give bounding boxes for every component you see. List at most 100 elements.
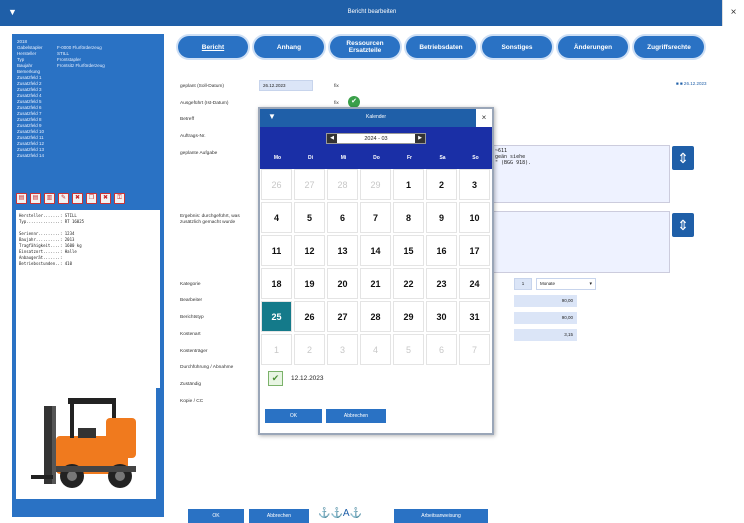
month-label: 2024 - 03 <box>364 135 388 142</box>
edit-icon[interactable]: ✎ <box>58 193 69 204</box>
day-cell[interactable]: 20 <box>327 268 358 299</box>
interval-unit-select[interactable]: Monate ▾ <box>536 278 596 290</box>
day-cell[interactable]: 14 <box>360 235 391 266</box>
calendar-close-button[interactable]: × <box>476 109 492 127</box>
day-cell[interactable]: 6 <box>426 334 457 365</box>
info-key: Zusatzfeld 14 <box>17 153 45 158</box>
day-cell[interactable]: 24 <box>459 268 490 299</box>
copy-icon[interactable]: ❐ <box>86 193 97 204</box>
day-cell[interactable]: 11 <box>261 235 292 266</box>
category-label: Kategorie <box>180 282 201 287</box>
object-info: 2018 Gabelstapler F-0000 Flurförderzeug Her… <box>17 39 159 159</box>
expand-result-button[interactable]: ⇕ <box>672 213 694 237</box>
day-cell[interactable]: 16 <box>426 235 457 266</box>
interval-field[interactable]: 1 <box>514 278 532 290</box>
weekday-label: Sa <box>439 155 446 161</box>
tab-bar: Bericht Anhang Ressourcen Ersatzteile Betri… <box>178 36 704 58</box>
day-cell[interactable]: 2 <box>426 169 457 200</box>
info-value: Frontsitz Flurförderzeug <box>57 63 105 68</box>
day-cell[interactable]: 9 <box>426 202 457 233</box>
day-cell[interactable]: 27 <box>294 169 325 200</box>
day-cell[interactable]: 3 <box>327 334 358 365</box>
day-cell[interactable]: 13 <box>327 235 358 266</box>
day-cell[interactable]: 7 <box>459 334 490 365</box>
expand-task-button[interactable]: ⇕ <box>672 146 694 170</box>
tab-label: Betriebsdaten <box>419 43 463 51</box>
date-link[interactable]: ■ ■ 26.12.2023 <box>676 81 706 86</box>
day-cell[interactable]: 10 <box>459 202 490 233</box>
calendar-ok-button[interactable]: OK <box>265 409 322 423</box>
value-field-1[interactable]: 90,00 <box>514 295 577 307</box>
next-month-button[interactable]: ▶ <box>415 134 425 143</box>
planned-date-label: geplant (Soll-Datum) <box>180 84 224 89</box>
weekday-label: So <box>472 155 479 161</box>
pdf-icon[interactable]: ▤ <box>16 193 27 204</box>
today-date: 12.12.2023 <box>291 375 324 382</box>
day-cell[interactable]: 29 <box>393 301 424 332</box>
delete-icon[interactable]: ✖ <box>72 193 83 204</box>
day-cell[interactable]: 22 <box>393 268 424 299</box>
forklift-image <box>16 372 156 499</box>
day-cell[interactable]: 25 <box>261 301 292 332</box>
day-cell[interactable]: 29 <box>360 169 391 200</box>
day-cell[interactable]: 2 <box>294 334 325 365</box>
tab-anhang[interactable]: Anhang <box>254 36 324 58</box>
ok-button[interactable]: OK <box>188 509 244 523</box>
tab-zugriffsrechte[interactable]: Zugriffsrechte <box>634 36 704 58</box>
cancel-button[interactable]: Abbrechen <box>249 509 309 523</box>
tab-label: Sonstiges <box>501 43 533 51</box>
day-cell[interactable]: 28 <box>360 301 391 332</box>
day-cell[interactable]: 5 <box>294 202 325 233</box>
day-cell[interactable]: 28 <box>327 169 358 200</box>
day-cell[interactable]: 21 <box>360 268 391 299</box>
day-cell[interactable]: 5 <box>393 334 424 365</box>
day-cell[interactable]: 31 <box>459 301 490 332</box>
day-cell[interactable]: 1 <box>261 334 292 365</box>
day-cell[interactable]: 30 <box>426 301 457 332</box>
day-cell[interactable]: 12 <box>294 235 325 266</box>
day-cell[interactable]: 26 <box>294 301 325 332</box>
tab-betriebsdaten[interactable]: Betriebsdaten <box>406 36 476 58</box>
lock-icon[interactable]: ⚿ <box>114 193 125 204</box>
tab-bericht[interactable]: Bericht <box>178 36 248 58</box>
planned-date-field[interactable]: 26.12.2023 <box>259 80 313 91</box>
day-cell[interactable]: 3 <box>459 169 490 200</box>
day-cell[interactable]: 19 <box>294 268 325 299</box>
tab-änderungen[interactable]: Änderungen <box>558 36 628 58</box>
value-field-2[interactable]: 90,00 <box>514 312 577 324</box>
day-cell[interactable]: 26 <box>261 169 292 200</box>
day-cell[interactable]: 17 <box>459 235 490 266</box>
day-cell[interactable]: 4 <box>360 334 391 365</box>
work-instruction-button[interactable]: Arbeitsanweisung <box>394 509 488 523</box>
result-label: Ergebnis: durchgeführt, was zusätzlich g… <box>180 214 240 225</box>
close-button[interactable]: × <box>722 0 744 26</box>
prev-month-button[interactable]: ◀ <box>327 134 337 143</box>
day-cell[interactable]: 8 <box>393 202 424 233</box>
planned-task-text[interactable]: ~611 geän siehe " (BGG 918). <box>492 145 670 203</box>
info-row: Zusatzfeld 14 <box>17 153 159 159</box>
day-cell[interactable]: 6 <box>327 202 358 233</box>
executed-date-label: Ausgeführt (Ist-Datum) <box>180 101 229 106</box>
day-cell[interactable]: 18 <box>261 268 292 299</box>
value-field-3[interactable]: 3,15 <box>514 329 577 341</box>
calendar-title: Kalender <box>365 114 386 120</box>
today-row[interactable]: ✔ 12.12.2023 <box>268 371 324 386</box>
execution-label: Durchführung / Abnahme <box>180 365 234 370</box>
day-cell[interactable]: 7 <box>360 202 391 233</box>
tab-sonstiges[interactable]: Sonstiges <box>482 36 552 58</box>
day-cell[interactable]: 4 <box>261 202 292 233</box>
day-cell[interactable]: 15 <box>393 235 424 266</box>
print-icon[interactable]: ▥ <box>44 193 55 204</box>
weekday-label: Di <box>308 155 313 161</box>
pdf-icon[interactable]: ▤ <box>30 193 41 204</box>
result-text[interactable] <box>492 211 670 273</box>
delete-icon[interactable]: ✖ <box>100 193 111 204</box>
day-cell[interactable]: 23 <box>426 268 457 299</box>
day-cell[interactable]: 27 <box>327 301 358 332</box>
editor-label: Bearbeiter <box>180 298 203 303</box>
anchor-icons[interactable]: ⚓⚓Α⚓ <box>318 508 362 519</box>
tab-ressourcen[interactable]: Ressourcen Ersatzteile <box>330 36 400 58</box>
calendar-cancel-button[interactable]: Abbrechen <box>326 409 386 423</box>
day-cell[interactable]: 1 <box>393 169 424 200</box>
icon-toolbar: ▤ ▤ ▥ ✎ ✖ ❐ ✖ ⚿ <box>16 193 125 204</box>
